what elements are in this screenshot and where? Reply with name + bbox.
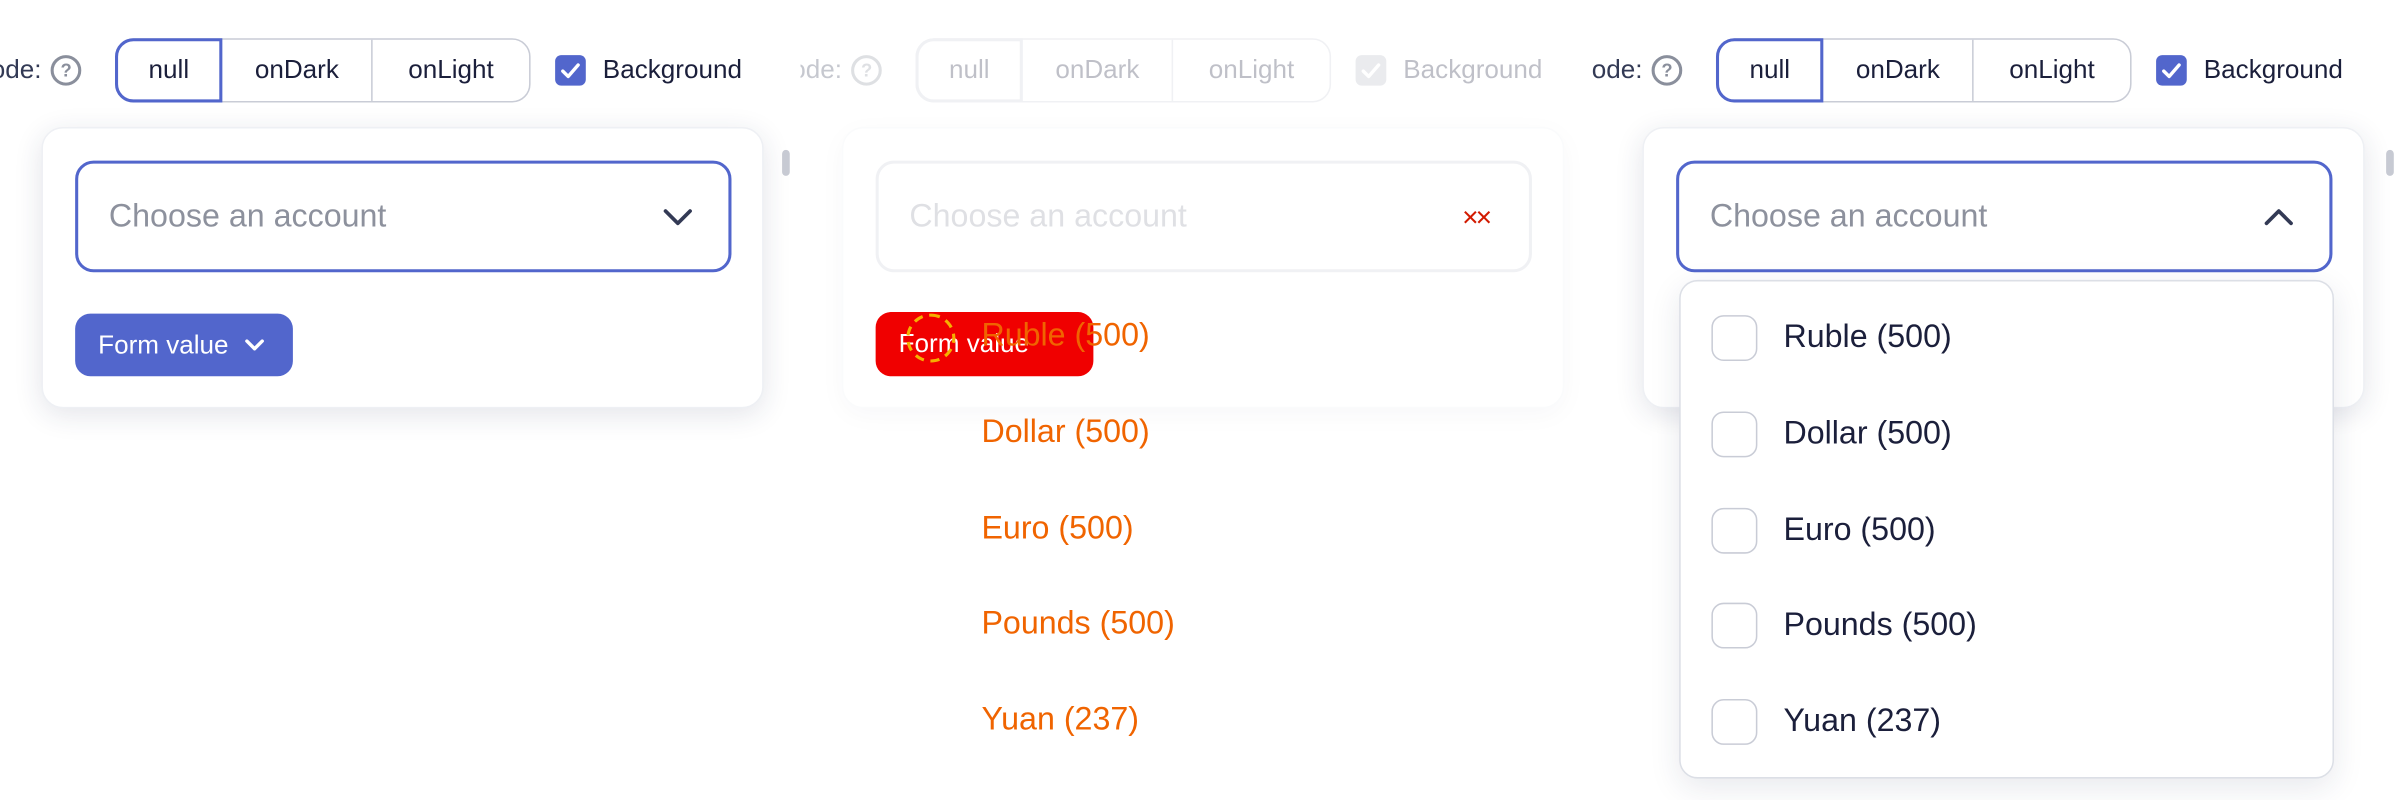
option-checkbox[interactable] bbox=[1711, 315, 1758, 361]
mode-option-null[interactable]: null bbox=[915, 38, 1023, 103]
question-circle-icon[interactable]: ? bbox=[50, 55, 82, 86]
option-label: Ruble (500) bbox=[1783, 319, 1952, 355]
option-label: Yuan (237) bbox=[1783, 703, 1942, 739]
option-checkbox[interactable] bbox=[1711, 507, 1758, 554]
background-checkbox[interactable] bbox=[555, 55, 586, 86]
background-label: Background bbox=[1403, 55, 1543, 85]
checkmark-icon bbox=[2162, 63, 2181, 79]
chevron-down-icon bbox=[663, 208, 692, 225]
dropdown-option-pounds[interactable]: Pounds (500) bbox=[1711, 601, 1977, 650]
diff-option: Dollar (500) bbox=[981, 414, 1150, 450]
background-toggle[interactable]: Background bbox=[2156, 55, 2343, 86]
account-select[interactable]: Choose an account bbox=[1676, 160, 2333, 273]
mode-label: ode: ? bbox=[0, 55, 82, 86]
mode-option-null[interactable]: null bbox=[115, 38, 223, 103]
option-label: Pounds (500) bbox=[1783, 607, 1977, 643]
mode-option-onlight[interactable]: onLight bbox=[1974, 40, 2130, 101]
background-checkbox[interactable] bbox=[2156, 55, 2187, 86]
mode-segmented-control: null onDark onLight bbox=[1716, 38, 2132, 103]
option-checkbox[interactable] bbox=[1711, 411, 1758, 458]
select-placeholder: Choose an account bbox=[909, 198, 1187, 234]
dropdown-option-euro[interactable]: Euro (500) bbox=[1711, 506, 1936, 555]
mode-label-text: ode: bbox=[1591, 55, 1643, 85]
mode-segmented-control: null onDark onLight bbox=[115, 38, 531, 103]
mode-bar: ode: ? null onDark onLight Background bbox=[0, 38, 742, 103]
background-checkbox[interactable] bbox=[1355, 55, 1387, 86]
checkmark-icon bbox=[1361, 63, 1381, 79]
scrollbar-thumb[interactable] bbox=[2386, 149, 2394, 176]
dropdown-option-ruble[interactable]: Ruble (500) bbox=[1711, 314, 1952, 363]
select-placeholder: Choose an account bbox=[1709, 198, 1988, 234]
mode-option-onlight[interactable]: onLight bbox=[1173, 40, 1329, 101]
background-label: Background bbox=[2203, 55, 2343, 85]
scrollbar-thumb[interactable] bbox=[782, 149, 790, 176]
option-label: Euro (500) bbox=[1783, 512, 1936, 548]
mode-label: ode: ? bbox=[1592, 55, 1683, 86]
screenshot-stage: ode: ? null onDark onLight Background Ch… bbox=[0, 0, 2400, 800]
clear-x-icon: ✕✕ bbox=[1461, 204, 1493, 230]
diff-option: Ruble (500) bbox=[981, 318, 1150, 354]
dropdown-option-dollar[interactable]: Dollar (500) bbox=[1711, 410, 1952, 459]
example-card: Choose an account Form value bbox=[41, 126, 764, 409]
background-toggle[interactable]: Background bbox=[1355, 55, 1543, 86]
form-value-label: Form value bbox=[98, 329, 229, 359]
chevron-down-icon bbox=[245, 338, 264, 350]
diff-option: Yuan (237) bbox=[981, 702, 1140, 738]
mode-label: ode: ? bbox=[800, 55, 882, 86]
question-circle-icon[interactable]: ? bbox=[1651, 55, 1683, 86]
option-label: Dollar (500) bbox=[1783, 416, 1952, 452]
mode-label-text: ode: bbox=[800, 55, 843, 85]
chevron-up-icon bbox=[2264, 208, 2293, 225]
mode-bar: ode: ? null onDark onLight Background bbox=[800, 38, 1543, 103]
account-select[interactable]: Choose an account bbox=[75, 160, 732, 273]
mode-option-ondark[interactable]: onDark bbox=[1023, 39, 1174, 101]
demo-panel-2: ode: ? null onDark onLight Background Ch… bbox=[800, 0, 1600, 800]
mode-label-text: ode: bbox=[0, 55, 42, 85]
checkmark-icon bbox=[561, 63, 580, 79]
diff-option: Pounds (500) bbox=[981, 605, 1175, 641]
demo-panel-1: ode: ? null onDark onLight Background Ch… bbox=[0, 0, 800, 800]
option-checkbox[interactable] bbox=[1711, 602, 1758, 649]
account-dropdown-menu: Ruble (500) Dollar (500) Euro (500) Poun… bbox=[1679, 279, 2334, 779]
mode-option-ondark[interactable]: onDark bbox=[223, 39, 373, 101]
diff-option: Euro (500) bbox=[981, 510, 1134, 547]
mode-bar: ode: ? null onDark onLight Background bbox=[1592, 38, 2343, 103]
background-label: Background bbox=[602, 55, 742, 85]
option-checkbox[interactable] bbox=[1711, 699, 1758, 745]
mode-option-null[interactable]: null bbox=[1716, 38, 1824, 103]
dropdown-option-yuan[interactable]: Yuan (237) bbox=[1711, 697, 1941, 746]
mode-option-onlight[interactable]: onLight bbox=[373, 40, 529, 101]
account-select[interactable]: Choose an account bbox=[875, 160, 1532, 273]
background-toggle[interactable]: Background bbox=[555, 55, 742, 86]
loader-ring-icon bbox=[906, 313, 956, 363]
question-circle-icon[interactable]: ? bbox=[851, 55, 882, 86]
select-placeholder: Choose an account bbox=[108, 198, 387, 234]
mode-option-ondark[interactable]: onDark bbox=[1823, 39, 1974, 101]
form-value-button[interactable]: Form value bbox=[75, 313, 293, 377]
mode-segmented-control: null onDark onLight bbox=[915, 38, 1332, 103]
